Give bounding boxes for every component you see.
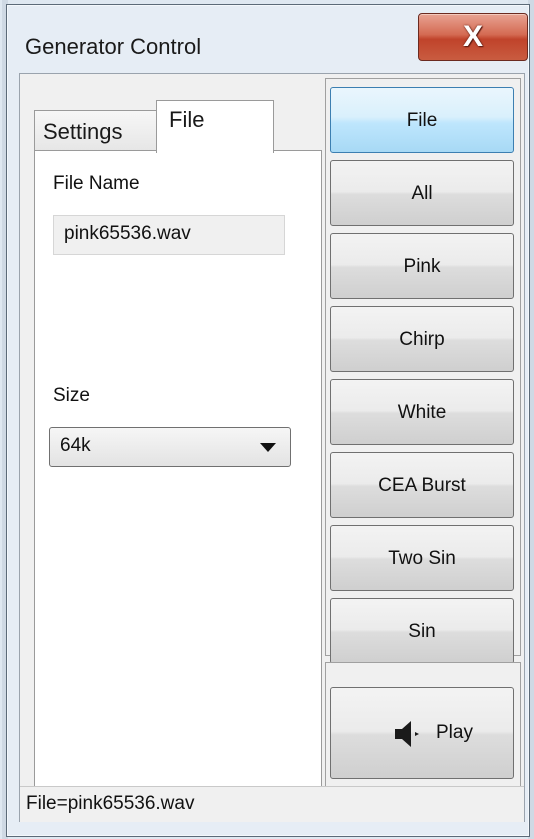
size-label: Size xyxy=(53,385,90,406)
client-area: Settings File File Name pink65536.wav Si… xyxy=(19,73,525,822)
size-dropdown[interactable]: 64k xyxy=(49,427,291,467)
file-tab-panel: File Name pink65536.wav Size 64k xyxy=(34,150,322,818)
tab-settings[interactable]: Settings xyxy=(34,110,158,151)
status-bar: File=pink65536.wav xyxy=(20,786,524,822)
sin-button[interactable]: Sin xyxy=(330,598,514,664)
file-name-field[interactable]: pink65536.wav xyxy=(53,215,285,255)
file-name-label: File Name xyxy=(53,173,140,194)
size-value: 64k xyxy=(60,435,91,456)
tab-file[interactable]: File xyxy=(156,100,274,153)
file-name-value: pink65536.wav xyxy=(64,223,191,244)
generator-control-window: Generator Control X Settings File File N… xyxy=(6,4,530,837)
file-button[interactable]: File xyxy=(330,87,514,153)
signal-button-group: File All Pink Chirp White CEA Burst Two … xyxy=(325,78,521,664)
close-button[interactable]: X xyxy=(418,13,528,61)
close-icon: X xyxy=(462,20,483,53)
two-sin-button[interactable]: Two Sin xyxy=(330,525,514,591)
play-button[interactable]: Play xyxy=(330,687,514,779)
chevron-down-icon xyxy=(260,443,276,452)
chirp-button[interactable]: Chirp xyxy=(330,306,514,372)
pink-button[interactable]: Pink xyxy=(330,233,514,299)
window-title: Generator Control xyxy=(25,34,202,59)
all-button[interactable]: All xyxy=(330,160,514,226)
play-label: Play xyxy=(436,722,473,743)
cea-burst-button[interactable]: CEA Burst xyxy=(330,452,514,518)
tab-settings-label: Settings xyxy=(43,119,123,144)
white-button[interactable]: White xyxy=(330,379,514,445)
tab-file-label: File xyxy=(169,107,205,132)
status-text: File=pink65536.wav xyxy=(26,793,195,814)
speaker-icon xyxy=(391,718,423,756)
